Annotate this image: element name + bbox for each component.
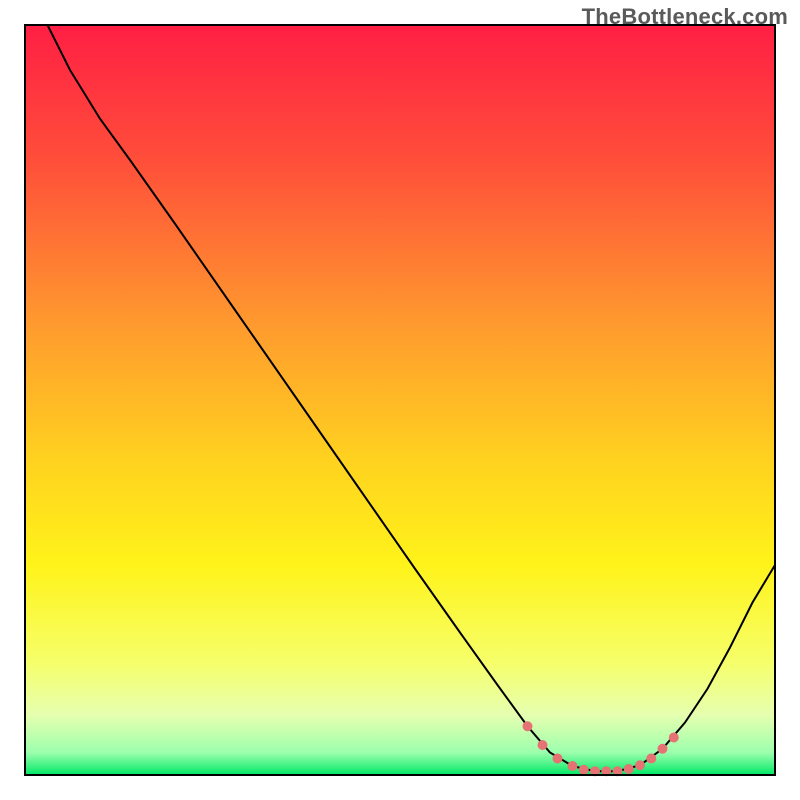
plot-background bbox=[25, 25, 775, 775]
valley-marker bbox=[579, 765, 589, 775]
watermark-text: TheBottleneck.com bbox=[582, 4, 788, 30]
valley-marker bbox=[538, 740, 548, 750]
valley-marker bbox=[646, 754, 656, 764]
valley-marker bbox=[658, 744, 668, 754]
chart-container: TheBottleneck.com bbox=[0, 0, 800, 800]
valley-marker bbox=[624, 764, 634, 774]
bottleneck-chart bbox=[0, 0, 800, 800]
valley-marker bbox=[568, 761, 578, 771]
valley-marker bbox=[553, 754, 563, 764]
valley-marker bbox=[669, 733, 679, 743]
valley-marker bbox=[523, 721, 533, 731]
valley-marker bbox=[635, 760, 645, 770]
